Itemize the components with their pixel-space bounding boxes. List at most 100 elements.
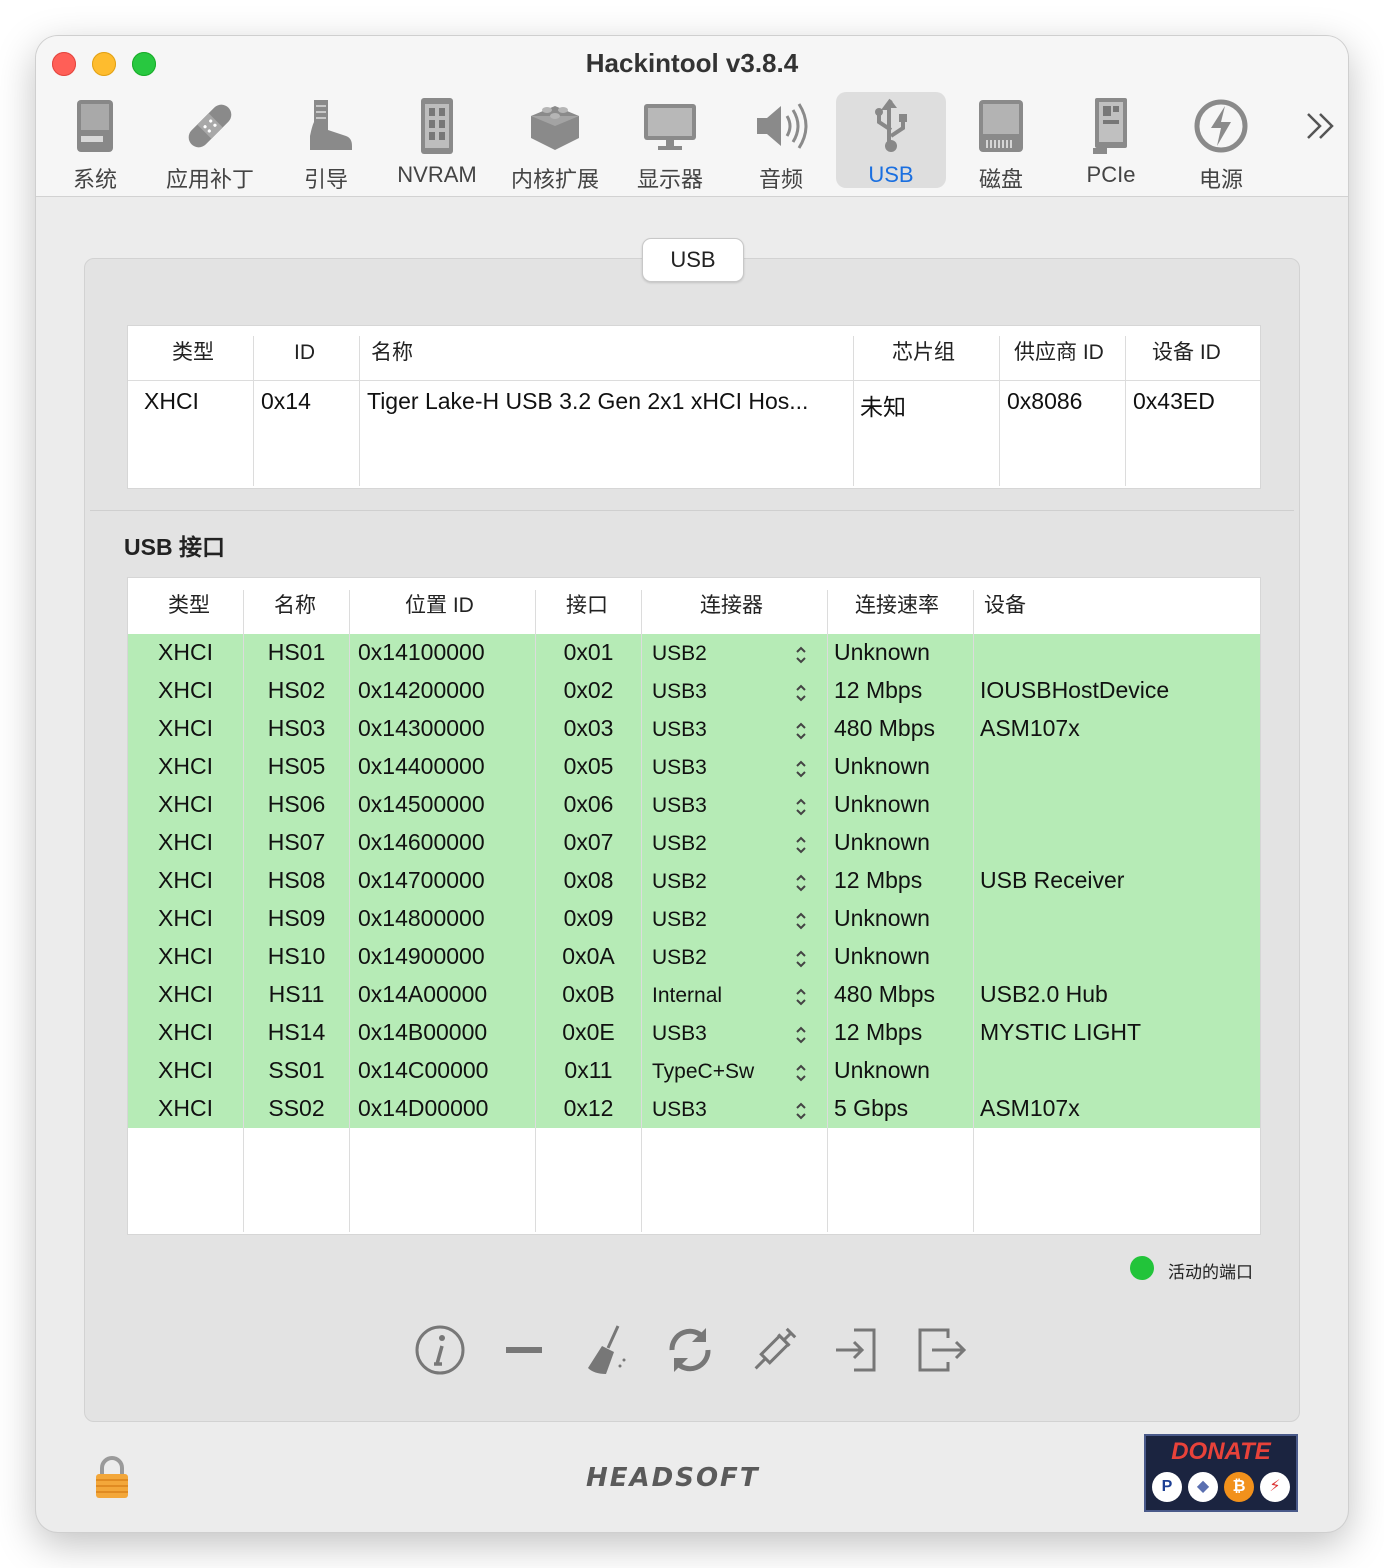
tab-nvram[interactable]: NVRAM xyxy=(382,92,492,188)
column-header[interactable]: 位置 ID xyxy=(405,578,474,634)
donate-button[interactable]: DONATE P ◆ ₿ ⚡ xyxy=(1144,1434,1298,1512)
connector-stepper-icon[interactable] xyxy=(794,910,808,932)
cell-location-id: 0x14300000 xyxy=(358,715,485,741)
table-row[interactable]: XHCI HS02 0x14200000 0x02 USB3 12 Mbps IOUSBHo… xyxy=(128,674,1260,712)
tab-disk[interactable]: 磁盘 xyxy=(946,92,1056,192)
column-header[interactable]: 设备 xyxy=(984,578,1026,634)
connector-stepper-icon[interactable] xyxy=(794,644,808,666)
connector-stepper-icon[interactable] xyxy=(794,682,808,704)
tab-kext[interactable]: 内核扩展 xyxy=(500,92,610,192)
import-icon[interactable] xyxy=(830,1322,886,1378)
controllers-header: 类型 ID 名称 芯片组 供应商 ID 设备 ID xyxy=(128,326,1260,381)
inject-icon[interactable] xyxy=(746,1322,802,1378)
table-row[interactable]: XHCI HS14 0x14B00000 0x0E USB3 12 Mbps MYSTIC … xyxy=(128,1016,1260,1054)
tab-display[interactable]: 显示器 xyxy=(615,92,725,192)
table-row[interactable]: XHCI HS11 0x14A00000 0x0B Internal 480 Mbps US… xyxy=(128,978,1260,1016)
title-bar: Hackintool v3.8.4 系统 应用补丁 引导 NVRAM 内核扩展 xyxy=(36,36,1348,197)
connector-stepper-icon[interactable] xyxy=(794,1100,808,1122)
clear-icon[interactable] xyxy=(578,1322,634,1378)
pcie-icon xyxy=(1093,98,1127,154)
toolbar: 系统 应用补丁 引导 NVRAM 内核扩展 显示器 音频 USB 磁盘 PCIe… xyxy=(36,92,1348,192)
cell-type: XHCI xyxy=(158,1057,213,1083)
column-header[interactable]: 连接器 xyxy=(700,578,763,634)
column-header[interactable]: ID xyxy=(294,326,315,380)
table-row[interactable]: XHCI HS05 0x14400000 0x05 USB3 Unknown xyxy=(128,750,1260,788)
boot-icon xyxy=(310,100,352,150)
ports-header: 类型 名称 位置 ID 接口 连接器 连接速率 设备 xyxy=(128,578,1260,635)
cell-type: XHCI xyxy=(158,753,213,779)
cell-location-id: 0x14200000 xyxy=(358,677,485,703)
cell-name: HS07 xyxy=(267,829,326,855)
cell-port: 0x0A xyxy=(562,943,615,969)
connector-stepper-icon[interactable] xyxy=(794,1062,808,1084)
paypal-icon: P xyxy=(1152,1472,1182,1502)
tab-usb[interactable]: USB xyxy=(836,92,946,188)
connector-stepper-icon[interactable] xyxy=(794,872,808,894)
column-header[interactable]: 供应商 ID xyxy=(1014,326,1104,380)
connector-stepper-icon[interactable] xyxy=(794,986,808,1008)
connector-stepper-icon[interactable] xyxy=(794,796,808,818)
segment-usb[interactable]: USB xyxy=(642,238,744,282)
cell-speed: Unknown xyxy=(834,943,930,969)
tab-boot[interactable]: 引导 xyxy=(271,92,381,192)
tab-power[interactable]: 电源 xyxy=(1166,92,1276,192)
cell-device: USB Receiver xyxy=(980,867,1125,893)
patch-icon xyxy=(188,104,232,148)
cell-port: 0x12 xyxy=(563,1095,614,1121)
table-row[interactable]: XHCI HS06 0x14500000 0x06 USB3 Unknown xyxy=(128,788,1260,826)
table-row[interactable]: XHCI HS01 0x14100000 0x01 USB2 Unknown xyxy=(128,636,1260,674)
app-window: Hackintool v3.8.4 系统 应用补丁 引导 NVRAM 内核扩展 xyxy=(36,36,1348,1532)
usb-icon xyxy=(875,98,907,152)
cell-type: XHCI xyxy=(144,388,199,414)
column-header[interactable]: 芯片组 xyxy=(892,326,955,380)
table-row[interactable]: XHCI SS01 0x14C00000 0x11 TypeC+Sw Unknown xyxy=(128,1054,1260,1092)
connector-stepper-icon[interactable] xyxy=(794,1024,808,1046)
info-icon[interactable] xyxy=(412,1322,468,1378)
cell-port: 0x02 xyxy=(563,677,614,703)
connector-stepper-icon[interactable] xyxy=(794,834,808,856)
cell-location-id: 0x14A00000 xyxy=(358,981,488,1007)
table-row[interactable]: XHCI SS02 0x14D00000 0x12 USB3 5 Gbps ASM107x xyxy=(128,1092,1260,1130)
refresh-icon[interactable] xyxy=(662,1322,718,1378)
cell-device: IOUSBHostDevice xyxy=(980,677,1170,703)
tab-system[interactable]: 系统 xyxy=(40,92,150,192)
connector-stepper-icon[interactable] xyxy=(794,720,808,742)
cell-location-id: 0x14700000 xyxy=(358,867,485,893)
cell-name: HS03 xyxy=(267,715,326,741)
cell-name: Tiger Lake-H USB 3.2 Gen 2x1 xHCI Hos... xyxy=(367,388,809,414)
table-row[interactable]: XHCI HS09 0x14800000 0x09 USB2 Unknown xyxy=(128,902,1260,940)
export-icon[interactable] xyxy=(914,1322,970,1378)
column-header[interactable]: 名称 xyxy=(274,578,316,634)
lock-icon[interactable] xyxy=(92,1456,132,1500)
controllers-table: 类型 ID 名称 芯片组 供应商 ID 设备 ID XHCI 0x14 Tige… xyxy=(127,325,1261,489)
tab-audio[interactable]: 音频 xyxy=(726,92,836,192)
tab-patch[interactable]: 应用补丁 xyxy=(155,92,265,192)
remove-icon[interactable] xyxy=(496,1322,552,1378)
table-row[interactable]: XHCI HS07 0x14600000 0x07 USB2 Unknown xyxy=(128,826,1260,864)
connector-stepper-icon[interactable] xyxy=(794,948,808,970)
table-row[interactable]: XHCI HS10 0x14900000 0x0A USB2 Unknown xyxy=(128,940,1260,978)
column-header[interactable]: 设备 ID xyxy=(1152,326,1221,380)
column-header[interactable]: 连接速率 xyxy=(855,578,939,634)
cell-name: HS01 xyxy=(267,639,326,665)
chevron-double-right-icon[interactable] xyxy=(1300,106,1340,146)
cell-location-id: 0x14800000 xyxy=(358,905,485,931)
column-header[interactable]: 名称 xyxy=(371,326,413,380)
column-header[interactable]: 类型 xyxy=(172,326,214,380)
tab-pcie[interactable]: PCIe xyxy=(1056,92,1166,188)
column-header[interactable]: 类型 xyxy=(168,578,210,634)
cell-speed: 5 Gbps xyxy=(834,1095,909,1121)
connector-stepper-icon[interactable] xyxy=(794,758,808,780)
cell-speed: 480 Mbps xyxy=(834,981,936,1007)
cell-port: 0x03 xyxy=(563,715,614,741)
crypto-icon: ⚡ xyxy=(1260,1472,1290,1502)
cell-port: 0x09 xyxy=(563,905,614,931)
display-icon xyxy=(644,104,696,150)
cell-type: XHCI xyxy=(158,791,213,817)
cell-location-id: 0x14100000 xyxy=(358,639,485,665)
window-title: Hackintool v3.8.4 xyxy=(585,48,799,78)
table-row[interactable]: XHCI HS03 0x14300000 0x03 USB3 480 Mbps ASM107… xyxy=(128,712,1260,750)
nvram-icon xyxy=(421,98,453,154)
column-header[interactable]: 接口 xyxy=(566,578,608,634)
table-row[interactable]: XHCI HS08 0x14700000 0x08 USB2 12 Mbps USB Rec… xyxy=(128,864,1260,902)
